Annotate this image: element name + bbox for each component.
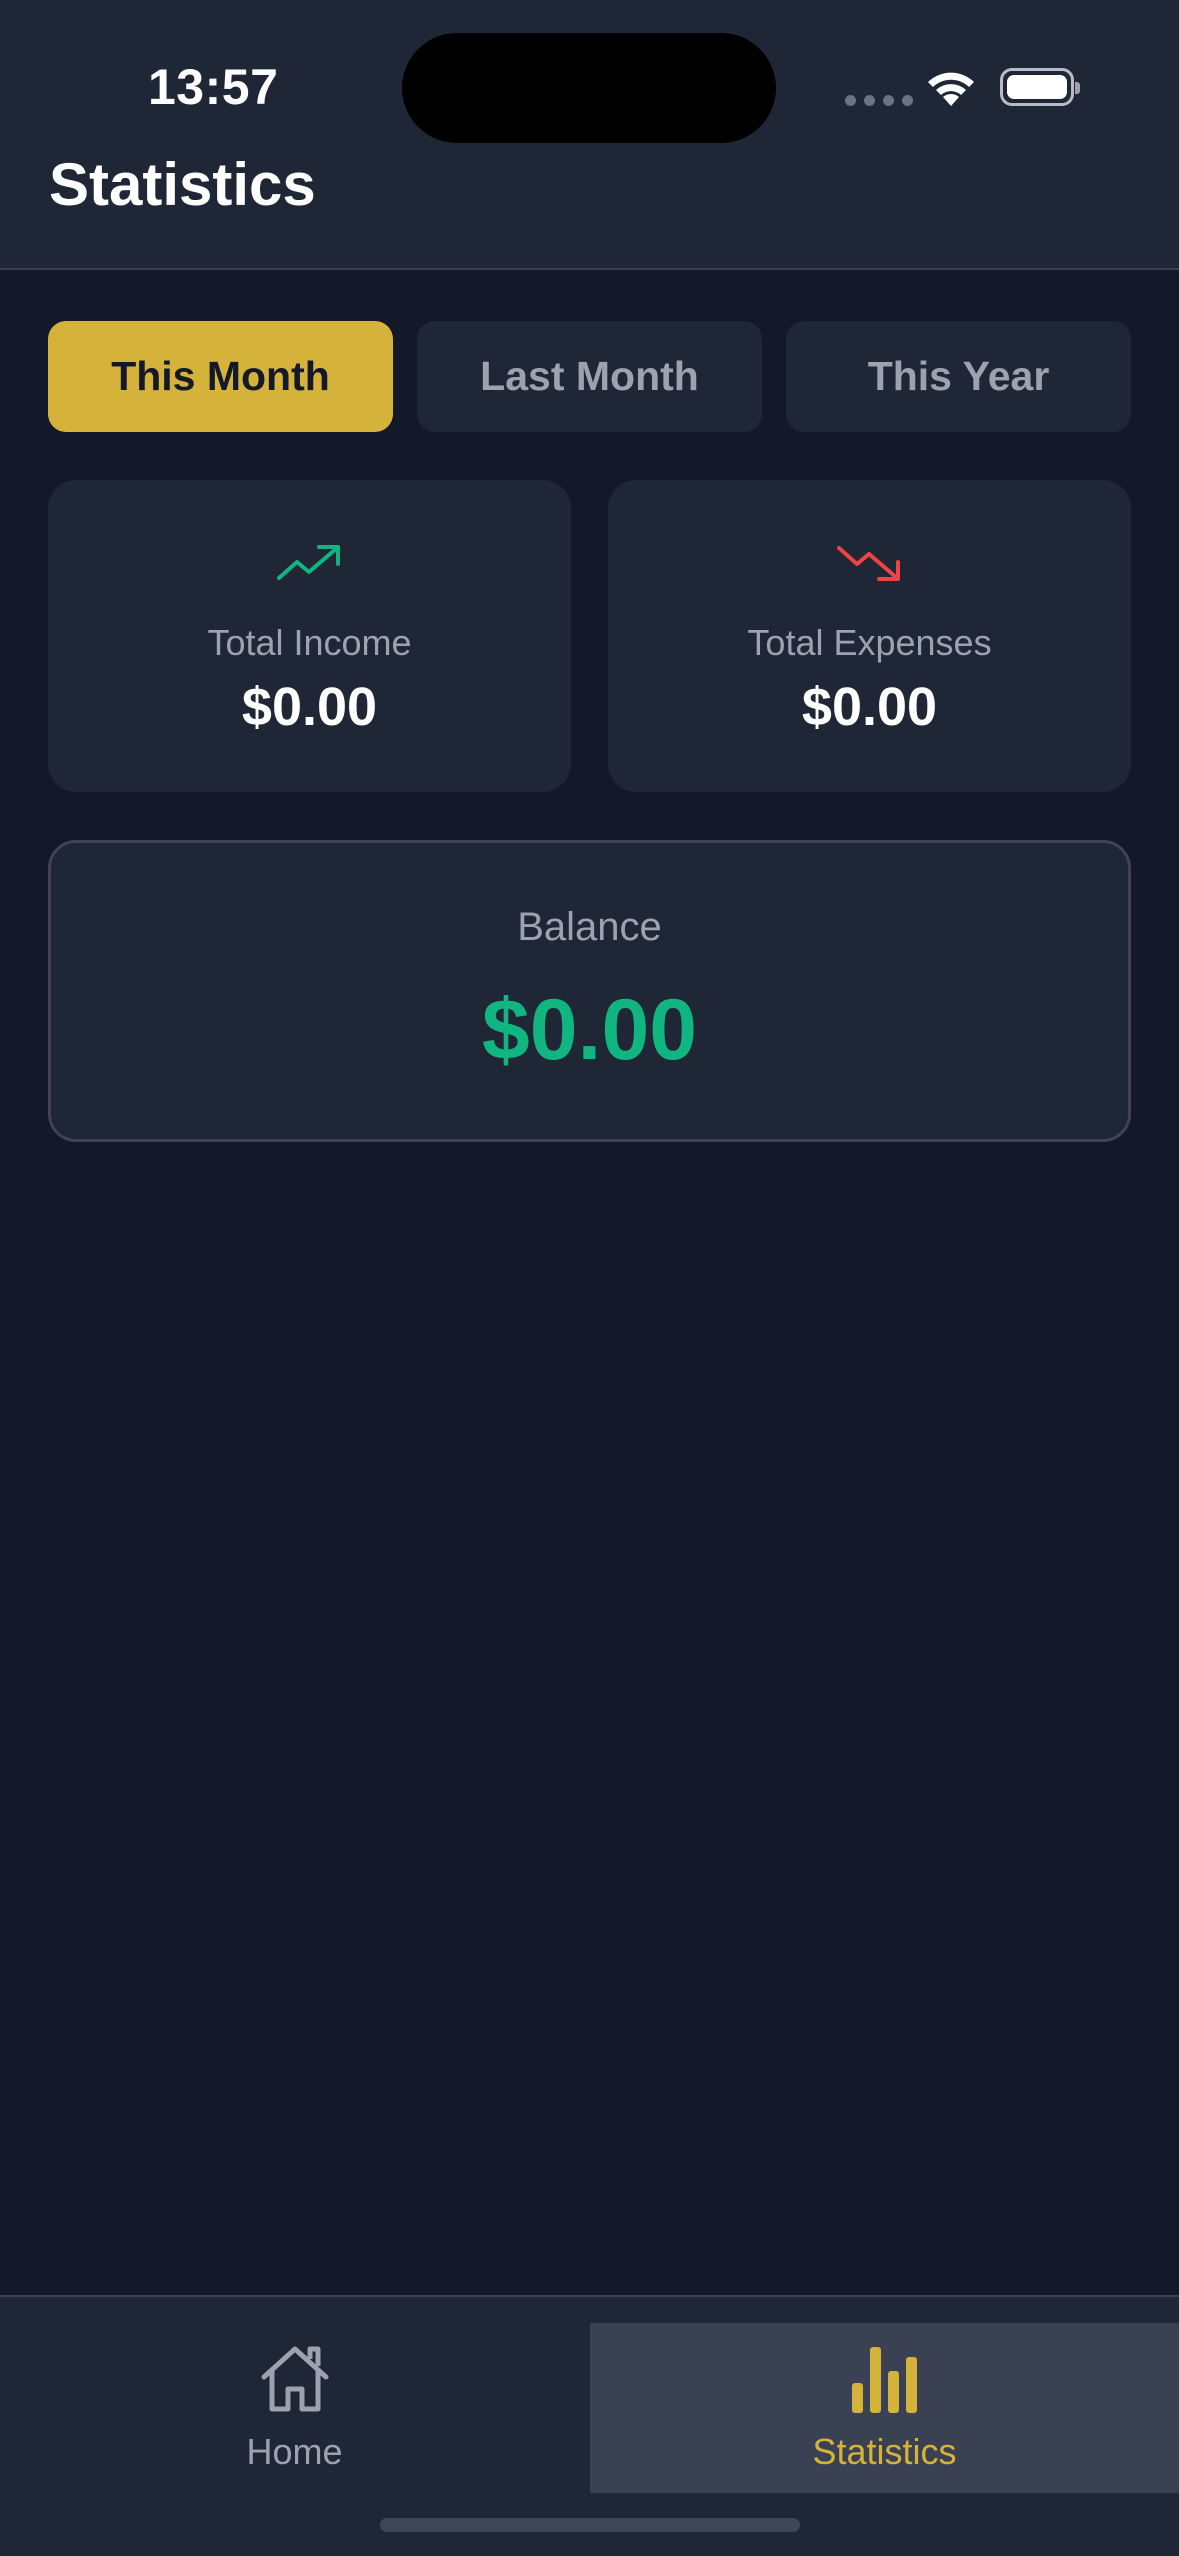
total-expenses-amount: $0.00 — [801, 677, 938, 737]
tab-this-year[interactable]: This Year — [786, 321, 1131, 432]
statistics-screen: 13:57 Statistics This Month Last Month T… — [0, 0, 1179, 2556]
balance-card: Balance $0.00 — [48, 840, 1131, 1142]
home-indicator — [380, 2518, 800, 2532]
nav-statistics[interactable]: Statistics — [590, 2323, 1179, 2493]
cellular-signal-icon — [845, 95, 913, 106]
trending-down-icon — [837, 546, 900, 581]
trending-up-icon — [277, 545, 340, 580]
total-income-label: Total Income — [207, 622, 412, 663]
header: 13:57 Statistics — [0, 0, 1179, 270]
bottom-tab-bar: Home Statistics — [0, 2295, 1179, 2556]
total-income-amount: $0.00 — [241, 677, 378, 737]
nav-home-label: Home — [246, 2431, 343, 2472]
status-time: 13:57 — [148, 59, 279, 115]
total-income-card: Total Income $0.00 — [48, 480, 571, 792]
bar-chart-icon — [852, 2347, 917, 2413]
dynamic-island — [402, 33, 776, 143]
nav-statistics-label: Statistics — [812, 2431, 957, 2472]
total-expenses-card: Total Expenses $0.00 — [608, 480, 1131, 792]
balance-label: Balance — [517, 905, 662, 949]
tab-this-month[interactable]: This Month — [48, 321, 393, 432]
balance-amount: $0.00 — [481, 982, 698, 1078]
total-expenses-label: Total Expenses — [747, 622, 992, 663]
nav-home[interactable]: Home — [0, 2323, 589, 2493]
tab-last-month[interactable]: Last Month — [417, 321, 762, 432]
period-selector: This Month Last Month This Year — [48, 321, 1131, 432]
battery-icon — [1000, 68, 1080, 106]
page-title: Statistics — [49, 151, 316, 218]
home-icon — [261, 2346, 329, 2412]
wifi-icon — [928, 72, 974, 106]
